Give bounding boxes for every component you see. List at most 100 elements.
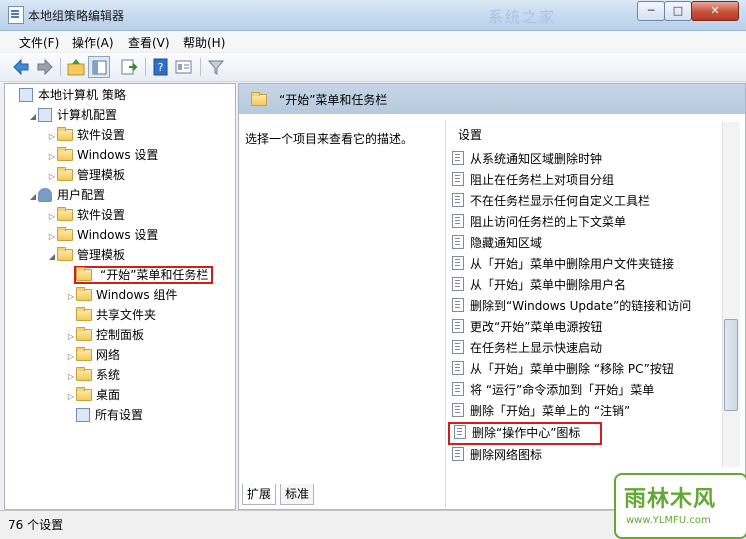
setting-item[interactable]: 从系统通知区域删除时钟 [448, 149, 724, 170]
window-title: 本地组策略编辑器 [28, 9, 125, 23]
tree-item[interactable]: ▷ 网络 [5, 345, 235, 365]
collapsed-arrow-icon[interactable]: ▷ [66, 387, 76, 407]
policy-setting-icon [452, 151, 464, 165]
policy-setting-icon [452, 447, 464, 461]
collapsed-arrow-icon[interactable]: ▷ [47, 227, 57, 247]
tree-item[interactable]: ▷ 桌面 [5, 385, 235, 405]
title-bar[interactable]: 本地组策略编辑器 系统之家 ─ □ ✕ [0, 0, 746, 31]
folder-icon [57, 127, 73, 141]
filter-icon[interactable] [205, 56, 227, 78]
forward-arrow-icon[interactable] [34, 56, 56, 78]
tree-item-label: 桌面 [96, 388, 121, 402]
tree-item[interactable]: ▷ Windows 设置 [5, 145, 235, 165]
tree-item-label: 用户配置 [57, 188, 106, 202]
setting-item[interactable]: 阻止在任务栏上对项目分组 [448, 170, 724, 191]
tree-item-label: 本地计算机 策略 [38, 88, 126, 102]
setting-item[interactable]: 不在任务栏显示任何自定义工具栏 [448, 191, 724, 212]
setting-item[interactable]: 删除「开始」菜单上的 “注销” [448, 401, 724, 422]
setting-label: 从「开始」菜单中删除用户名 [470, 278, 627, 292]
user-icon [38, 188, 52, 202]
policy-setting-icon [452, 172, 464, 186]
tree-item[interactable]: 本地计算机 策略 [5, 85, 235, 105]
folder-icon [76, 367, 92, 381]
maximize-button[interactable]: □ [664, 1, 692, 21]
collapsed-arrow-icon[interactable]: ▷ [47, 207, 57, 227]
expanded-arrow-icon[interactable]: ◢ [47, 247, 57, 267]
menu-file[interactable]: 文件(F) [19, 34, 59, 51]
folder-icon [57, 147, 73, 161]
collapsed-arrow-icon[interactable]: ▷ [47, 127, 57, 147]
tree-item[interactable]: ◢ 管理模板 [5, 245, 235, 265]
watermark-logo: 雨林木风 www.YLMFU.com [614, 473, 746, 539]
menu-help[interactable]: 帮助(H) [183, 34, 225, 51]
setting-item[interactable]: 从「开始」菜单中删除 “移除 PC”按钮 [448, 359, 724, 380]
setting-item[interactable]: 从「开始」菜单中删除用户名 [448, 275, 724, 296]
collapsed-arrow-icon[interactable]: ▷ [66, 327, 76, 347]
setting-item[interactable]: 更改“开始”菜单电源按钮 [448, 317, 724, 338]
collapsed-arrow-icon[interactable]: ▷ [66, 367, 76, 387]
settings-column-header[interactable]: 设置 [458, 126, 482, 143]
setting-label: 更改“开始”菜单电源按钮 [470, 320, 603, 334]
tree-item-label: 软件设置 [77, 208, 126, 222]
tree-item[interactable]: ▷ 软件设置 [5, 205, 235, 225]
properties-icon[interactable] [173, 56, 195, 78]
setting-label: 删除「开始」菜单上的 “注销” [470, 404, 631, 418]
expanded-arrow-icon[interactable]: ◢ [28, 187, 38, 207]
tree-item[interactable]: “开始”菜单和任务栏 [5, 265, 235, 285]
tree-item[interactable]: ◢ 计算机配置 [5, 105, 235, 125]
folder-icon [76, 327, 92, 341]
tree-item-label: 共享文件夹 [96, 308, 157, 322]
setting-item[interactable]: 阻止访问任务栏的上下文菜单 [448, 212, 724, 233]
setting-item[interactable]: 在任务栏上显示快速启动 [448, 338, 724, 359]
tree-item[interactable]: ▷ 软件设置 [5, 125, 235, 145]
up-folder-icon[interactable] [65, 56, 87, 78]
collapsed-arrow-icon[interactable]: ▷ [66, 287, 76, 307]
menu-bar: 文件(F) 操作(A) 查看(V) 帮助(H) [0, 31, 746, 52]
folder-icon [76, 287, 92, 301]
tab-extended[interactable]: 扩展 [242, 484, 277, 505]
computer-icon [38, 108, 52, 122]
setting-label: 从「开始」菜单中删除 “移除 PC”按钮 [470, 362, 674, 376]
tree-pane[interactable]: 本地计算机 策略 ◢ 计算机配置 ▷ 软件设置 ▷ Windows 设置 ▷ 管理模板 ◢ 用户配置… [4, 83, 236, 510]
help-icon[interactable]: ? [150, 56, 172, 78]
folder-icon [76, 347, 92, 361]
collapsed-arrow-icon[interactable]: ▷ [47, 147, 57, 167]
show-hide-tree-icon[interactable] [88, 56, 110, 78]
setting-item[interactable]: 删除到“Windows Update”的链接和访问 [448, 296, 724, 317]
tree-item[interactable]: ▷ Windows 设置 [5, 225, 235, 245]
toolbar-separator [60, 58, 61, 76]
collapsed-arrow-icon[interactable]: ▷ [66, 347, 76, 367]
setting-item[interactable]: 删除网络图标 [448, 445, 724, 466]
policy-setting-icon [452, 340, 464, 354]
policy-setting-icon [452, 214, 464, 228]
setting-item[interactable]: 删除“操作中心”图标 [448, 422, 602, 445]
collapsed-arrow-icon[interactable]: ▷ [47, 167, 57, 187]
menu-action[interactable]: 操作(A) [72, 34, 114, 51]
policy-setting-icon [452, 319, 464, 333]
folder-icon [76, 267, 92, 281]
tree-item-label: 管理模板 [77, 248, 126, 262]
tree-item[interactable]: ▷ 系统 [5, 365, 235, 385]
tree-item[interactable]: 所有设置 [5, 405, 235, 425]
scrollbar-thumb[interactable] [724, 319, 738, 411]
tree-item[interactable]: 共享文件夹 [5, 305, 235, 325]
setting-item[interactable]: 隐藏通知区域 [448, 233, 724, 254]
close-button[interactable]: ✕ [691, 1, 739, 21]
export-list-icon[interactable] [118, 56, 140, 78]
tab-standard[interactable]: 标准 [280, 484, 315, 505]
tree-item-label: 计算机配置 [57, 108, 118, 122]
setting-label: 不在任务栏显示任何自定义工具栏 [470, 194, 651, 208]
tree-item-label: “开始”菜单和任务栏 [74, 266, 214, 284]
setting-label: 从系统通知区域删除时钟 [470, 152, 603, 166]
back-arrow-icon[interactable] [10, 56, 32, 78]
tree-item[interactable]: ▷ 控制面板 [5, 325, 235, 345]
vertical-scrollbar[interactable] [722, 122, 740, 467]
menu-view[interactable]: 查看(V) [128, 34, 170, 51]
minimize-button[interactable]: ─ [637, 1, 665, 21]
tree-item[interactable]: ▷ Windows 组件 [5, 285, 235, 305]
setting-item[interactable]: 从「开始」菜单中删除用户文件夹链接 [448, 254, 724, 275]
tree-item[interactable]: ▷ 管理模板 [5, 165, 235, 185]
expanded-arrow-icon[interactable]: ◢ [28, 107, 38, 127]
setting-item[interactable]: 将 “运行”命令添加到「开始」菜单 [448, 380, 724, 401]
tree-item[interactable]: ◢ 用户配置 [5, 185, 235, 205]
